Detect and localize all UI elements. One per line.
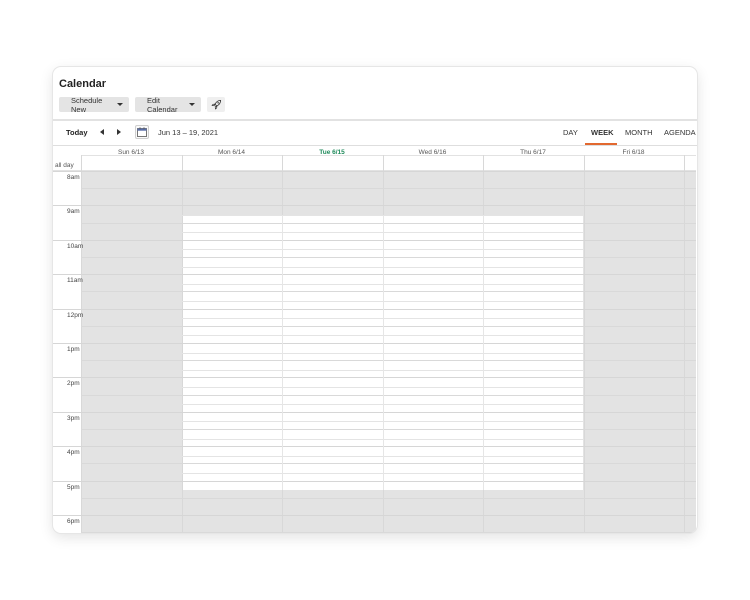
hour-line	[53, 171, 696, 172]
hour-line	[53, 343, 696, 344]
today-button[interactable]: Today	[66, 128, 88, 137]
column-divider	[182, 155, 183, 533]
edit-calendar-label: Edit Calendar	[147, 95, 178, 114]
hour-label: 12pm	[67, 311, 84, 319]
half-hour-line	[81, 394, 696, 396]
tab-agenda[interactable]: AGENDA	[664, 128, 696, 137]
hour-line	[53, 446, 696, 448]
half-hour-line	[81, 291, 696, 293]
edit-calendar-button[interactable]: Edit Calendar	[135, 95, 201, 114]
half-hour-line	[81, 463, 696, 465]
hour-line	[53, 515, 696, 516]
hour-label: 11am	[67, 277, 83, 285]
hour-label: 10am	[67, 242, 84, 250]
schedule-new-label: Schedule New	[71, 95, 103, 114]
hour-line	[53, 239, 696, 241]
slot-column-line	[383, 215, 384, 490]
toolbar-divider	[53, 119, 697, 121]
half-hour-line	[81, 188, 696, 190]
hour-label: 9am	[67, 208, 80, 216]
date-range-label: Jun 13 – 19, 2021	[158, 128, 219, 137]
tab-week[interactable]: WEEK	[591, 128, 614, 137]
slot-column-line	[282, 215, 283, 490]
rocket-button[interactable]	[207, 97, 225, 112]
chevron-left-icon[interactable]	[100, 129, 104, 135]
week-grid[interactable]: all day Sun 6/13 Mon 6/14 Tue 6/15 Wed 6/16…	[53, 146, 697, 533]
calendar-picker-button[interactable]	[135, 125, 149, 139]
half-hour-line	[81, 532, 696, 533]
half-hour-line	[81, 325, 696, 327]
hour-line	[53, 205, 696, 207]
caret-down-icon	[117, 103, 123, 106]
page-title: Calendar	[59, 78, 107, 90]
tab-month[interactable]: MONTH	[625, 128, 653, 137]
schedule-new-button[interactable]: Schedule New	[59, 95, 129, 114]
hour-label: 4pm	[67, 449, 80, 457]
hour-line	[53, 480, 696, 482]
chevron-right-icon[interactable]	[117, 129, 121, 135]
hour-line	[53, 308, 696, 310]
tab-day[interactable]: DAY	[563, 128, 578, 137]
slot-column-line	[483, 215, 484, 490]
hour-line	[53, 274, 696, 276]
hour-label: 1pm	[67, 346, 80, 353]
allday-row-top-line	[81, 155, 696, 156]
hour-line	[53, 377, 696, 379]
column-divider	[684, 155, 685, 533]
calendar-icon	[137, 127, 147, 137]
hour-line	[53, 411, 696, 413]
allday-label: all day	[55, 162, 74, 169]
time-gutter-divider	[81, 155, 82, 533]
hour-label: 3pm	[67, 414, 80, 422]
half-hour-line	[81, 360, 696, 362]
hour-label: 2pm	[67, 380, 80, 388]
column-divider	[584, 155, 585, 533]
half-hour-line	[81, 497, 696, 499]
screen: Calendar Schedule New Edit Calendar Toda…	[0, 0, 750, 600]
hour-label: 6pm	[67, 518, 80, 525]
half-hour-line	[81, 429, 696, 430]
hour-label: 8am	[67, 174, 80, 181]
caret-down-icon	[189, 103, 195, 106]
half-hour-line	[81, 257, 696, 258]
hour-label: 5pm	[67, 483, 80, 491]
calendar-card: Calendar Schedule New Edit Calendar Toda…	[53, 67, 697, 533]
rocket-icon	[210, 99, 221, 110]
half-hour-line	[81, 222, 696, 224]
